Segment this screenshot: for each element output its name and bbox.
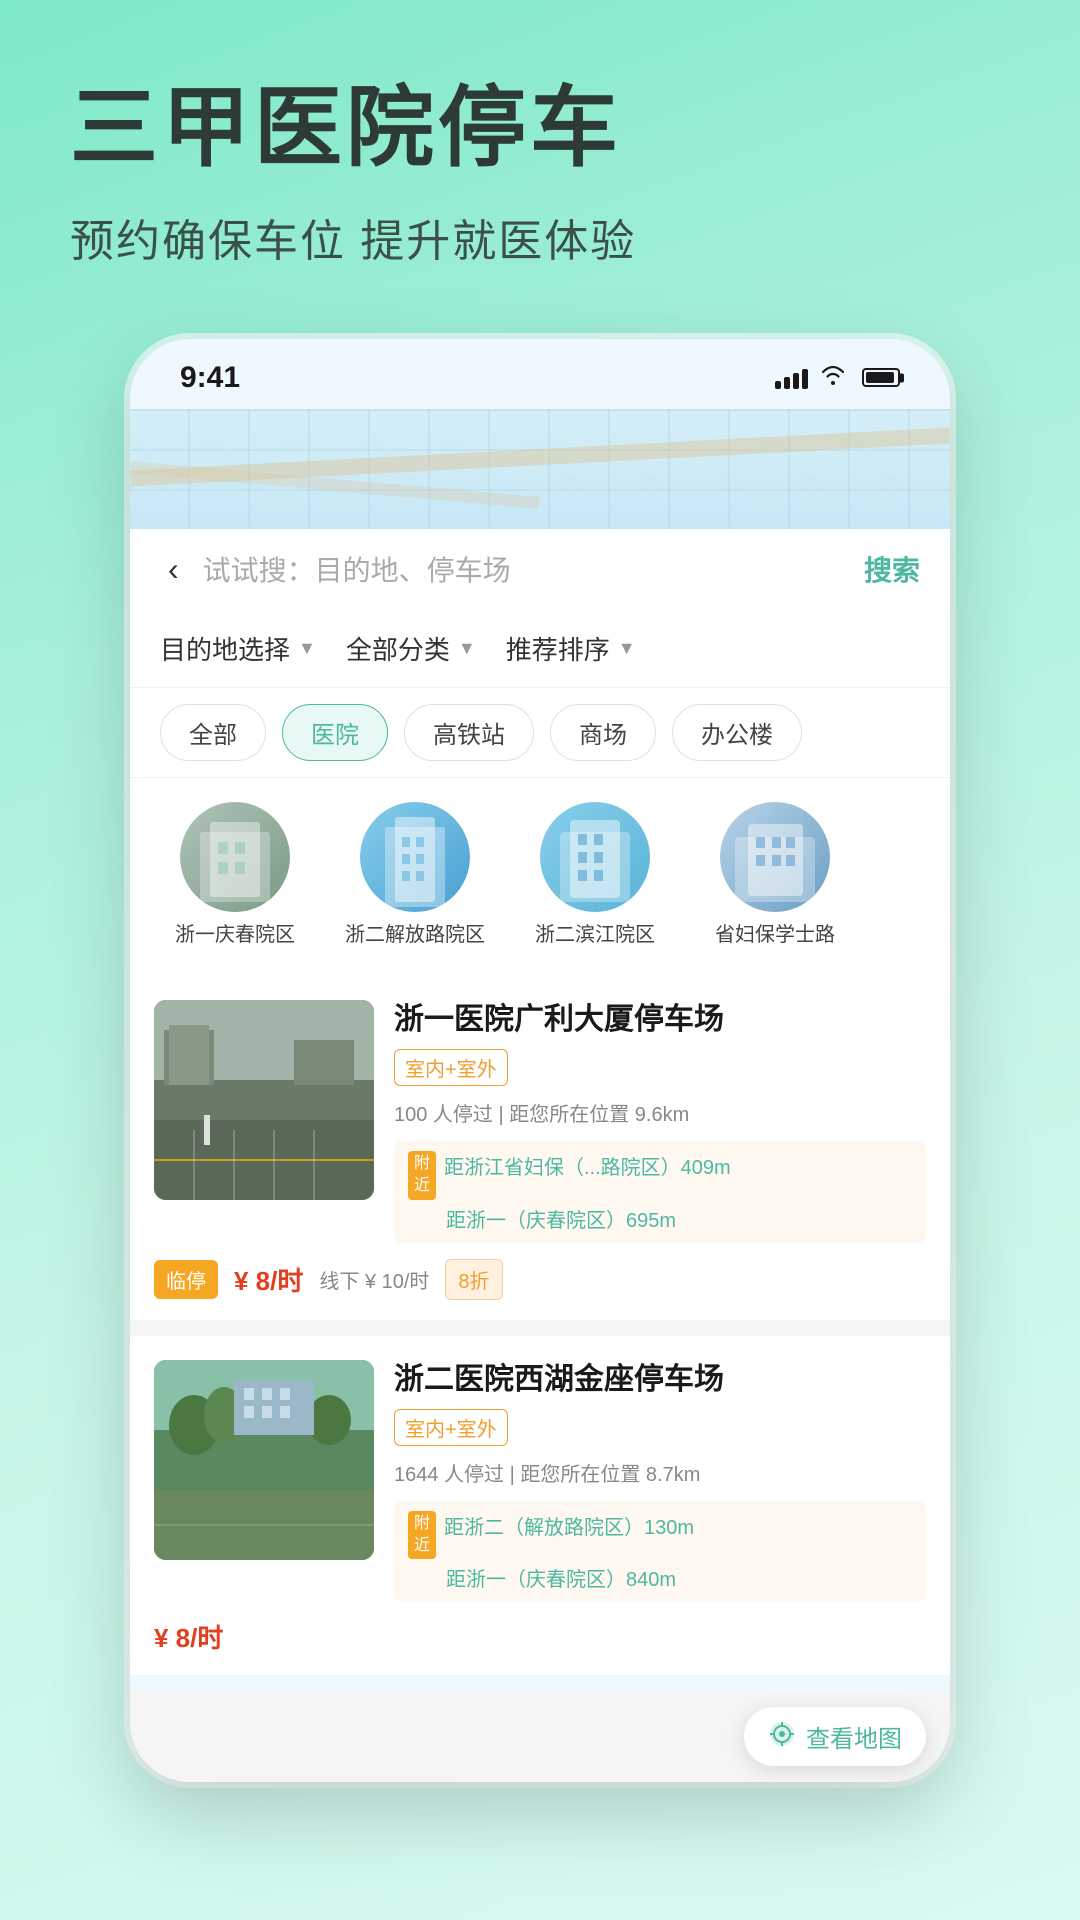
search-input[interactable]: 试试搜：目的地、停车场 — [203, 549, 848, 589]
nearby-row-1-2: 距浙一（庆春院区）695m — [408, 1204, 912, 1233]
map-background — [130, 409, 950, 529]
parking-photo-2 — [154, 1360, 374, 1560]
back-button[interactable]: ‹ — [160, 547, 187, 592]
card-inner-2: 浙二医院西湖金座停车场 室内+室外 1644 人停过 | 距您所在位置 8.7k… — [130, 1336, 950, 1603]
tab-railway[interactable]: 高铁站 — [404, 704, 534, 761]
parking-title-1: 浙一医院广利大厦停车场 — [394, 1000, 926, 1039]
hospital-avatar-2 — [360, 802, 470, 912]
nearby-info-1: 附近 距浙江省妇保（...路院区）409m 距浙一（庆春院区）695m — [394, 1141, 926, 1243]
nearby-row-2-1: 附近 距浙二（解放路院区）130m — [408, 1511, 912, 1560]
dropdown-arrow-icon: ▼ — [298, 638, 316, 659]
main-title: 三甲医院停车 — [70, 80, 1010, 177]
signal-icon — [775, 367, 808, 389]
map-view-label: 查看地图 — [806, 1719, 902, 1754]
filter-category-label: 全部分类 — [346, 630, 450, 667]
card-price-row-1: 临停 ¥ 8/时 线下 ¥ 10/时 8折 — [130, 1243, 950, 1320]
price-type-label-1: 临停 — [154, 1260, 218, 1299]
price-value-2: ¥ 8/时 — [154, 1618, 223, 1655]
card-info-2: 浙二医院西湖金座停车场 室内+室外 1644 人停过 | 距您所在位置 8.7k… — [394, 1360, 926, 1603]
filter-row: 目的地选择 ▼ 全部分类 ▼ 推荐排序 ▼ — [130, 610, 950, 688]
tab-mall[interactable]: 商场 — [550, 704, 656, 761]
category-tabs: 全部 医院 高铁站 商场 办公楼 — [130, 688, 950, 778]
search-bar: ‹ 试试搜：目的地、停车场 搜索 — [130, 529, 950, 610]
filter-sort-label: 推荐排序 — [506, 630, 610, 667]
card-info-1: 浙一医院广利大厦停车场 室内+室外 100 人停过 | 距您所在位置 9.6km… — [394, 1000, 926, 1243]
card-tags-2: 室内+室外 — [394, 1409, 926, 1446]
status-icons — [775, 365, 900, 391]
card-tags-1: 室内+室外 — [394, 1049, 926, 1086]
card-stats-2: 1644 人停过 | 距您所在位置 8.7km — [394, 1458, 926, 1487]
sub-title: 预约确保车位 提升就医体验 — [70, 205, 1010, 269]
search-button[interactable]: 搜索 — [864, 549, 920, 589]
header-section: 三甲医院停车 预约确保车位 提升就医体验 — [0, 0, 1080, 309]
parking-card-2[interactable]: 浙二医院西湖金座停车场 室内+室外 1644 人停过 | 距您所在位置 8.7k… — [130, 1336, 950, 1676]
hospital-icons-row: 浙一庆春院区 — [130, 778, 950, 976]
price-value-1: ¥ 8/时 — [234, 1261, 303, 1298]
filter-category[interactable]: 全部分类 ▼ — [346, 630, 476, 667]
nearby-row-2-2: 距浙一（庆春院区）840m — [408, 1563, 912, 1592]
status-bar: 9:41 — [130, 339, 950, 409]
hospital-image-2 — [360, 802, 470, 912]
nearby-info-2: 附近 距浙二（解放路院区）130m 距浙一（庆春院区）840m — [394, 1501, 926, 1603]
parking-title-2: 浙二医院西湖金座停车场 — [394, 1360, 926, 1399]
dropdown-arrow-icon: ▼ — [458, 638, 476, 659]
nearby-row-1-1: 附近 距浙江省妇保（...路院区）409m — [408, 1151, 912, 1200]
card-inner-1: 浙一医院广利大厦停车场 室内+室外 100 人停过 | 距您所在位置 9.6km… — [130, 976, 950, 1243]
filter-destination-label: 目的地选择 — [160, 630, 290, 667]
wifi-icon — [820, 365, 846, 391]
phone-mockup: 9:41 — [130, 339, 950, 1783]
hospital-image-1 — [180, 802, 290, 912]
map-nav-icon — [768, 1720, 796, 1753]
tab-all[interactable]: 全部 — [160, 704, 266, 761]
card-price-row-2: ¥ 8/时 — [130, 1602, 950, 1675]
map-view-button[interactable]: 查看地图 — [744, 1707, 926, 1766]
parking-photo-1 — [154, 1000, 374, 1200]
parking-card-1[interactable]: 浙一医院广利大厦停车场 室内+室外 100 人停过 | 距您所在位置 9.6km… — [130, 976, 950, 1320]
tag-indoor-outdoor-2: 室内+室外 — [394, 1409, 508, 1446]
card-stats-1: 100 人停过 | 距您所在位置 9.6km — [394, 1098, 926, 1127]
nearby-badge-2-1: 附近 — [408, 1511, 436, 1560]
hospital-item-4[interactable]: 省妇保学士路 — [690, 802, 860, 948]
nearby-dist-2-2: 距浙一（庆春院区）840m — [446, 1563, 676, 1592]
dropdown-arrow-icon: ▼ — [618, 638, 636, 659]
hospital-image-3 — [540, 802, 650, 912]
nearby-dist-1-2: 距浙一（庆春院区）695m — [446, 1204, 676, 1233]
nearby-dist-2-1: 距浙二（解放路院区）130m — [444, 1511, 694, 1540]
hospital-item-3[interactable]: 浙二滨江院区 — [510, 802, 680, 948]
parking-image-2 — [154, 1360, 374, 1560]
hospital-name-1: 浙一庆春院区 — [155, 922, 315, 948]
hospital-item-2[interactable]: 浙二解放路院区 — [330, 802, 500, 948]
hospital-avatar-3 — [540, 802, 650, 912]
status-time: 9:41 — [180, 361, 240, 395]
discount-tag-1: 8折 — [445, 1259, 502, 1300]
hospital-name-2: 浙二解放路院区 — [335, 922, 495, 948]
price-offline-1: 线下 ¥ 10/时 — [319, 1265, 429, 1294]
hospital-avatar-1 — [180, 802, 290, 912]
nearby-badge-1-1: 附近 — [408, 1151, 436, 1200]
phone-wrapper: 9:41 — [0, 309, 1080, 1783]
hospital-item-1[interactable]: 浙一庆春院区 — [150, 802, 320, 948]
nearby-dist-1-1: 距浙江省妇保（...路院区）409m — [444, 1151, 731, 1180]
filter-destination[interactable]: 目的地选择 ▼ — [160, 630, 316, 667]
hospital-avatar-4 — [720, 802, 830, 912]
tab-hospital[interactable]: 医院 — [282, 704, 388, 761]
hospital-name-4: 省妇保学士路 — [695, 922, 855, 948]
filter-sort[interactable]: 推荐排序 ▼ — [506, 630, 636, 667]
tab-office[interactable]: 办公楼 — [672, 704, 802, 761]
parking-image-1 — [154, 1000, 374, 1200]
tag-indoor-outdoor-1: 室内+室外 — [394, 1049, 508, 1086]
hospital-name-3: 浙二滨江院区 — [515, 922, 675, 948]
hospital-image-4 — [720, 802, 830, 912]
parking-list: 浙一医院广利大厦停车场 室内+室外 100 人停过 | 距您所在位置 9.6km… — [130, 976, 950, 1676]
battery-icon — [862, 368, 900, 387]
